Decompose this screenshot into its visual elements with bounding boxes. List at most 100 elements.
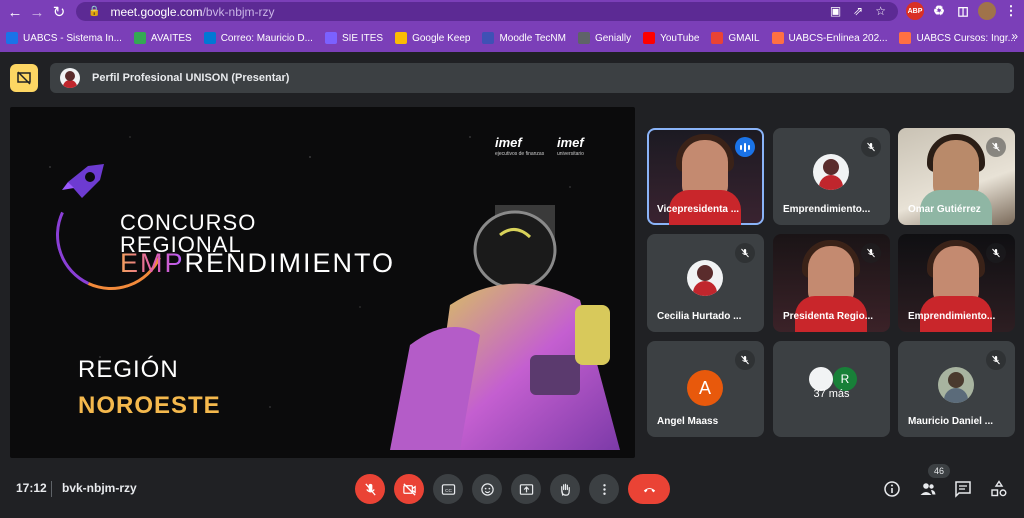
mic-muted-icon	[735, 350, 755, 370]
reload-icon[interactable]: ↻	[48, 1, 70, 23]
slide-title-rendimiento: RENDIMIENTO	[184, 248, 396, 278]
participant-tile[interactable]: A Angel Maass	[647, 341, 764, 437]
participant-tile[interactable]: R 37 más	[773, 341, 890, 437]
presentation-bar: Perfil Profesional UNISON (Presentar)	[0, 60, 1024, 100]
bookmark-item[interactable]: Moodle TecNM	[482, 32, 566, 44]
participant-tile[interactable]: Presidenta Regio...	[773, 234, 890, 332]
people-button[interactable]	[918, 479, 938, 499]
meeting-details-button[interactable]	[882, 479, 902, 499]
address-bar-actions: ▣ ⇗ ☆	[830, 4, 886, 18]
imef-logo: imef ejecutivos de finanzas	[495, 135, 544, 157]
slide-title-emp: EMP	[120, 248, 185, 278]
side-panel-icon[interactable]: ◫	[954, 2, 972, 20]
imef-logo-text: imef	[495, 135, 522, 150]
bookmark-item[interactable]: UABCS Cursos: Ingr...	[899, 32, 1016, 44]
participant-avatar	[938, 367, 974, 403]
leave-call-button[interactable]	[628, 474, 670, 504]
more-options-button[interactable]	[589, 474, 619, 504]
info-icon	[884, 481, 900, 497]
raise-hand-button[interactable]	[550, 474, 580, 504]
bookmark-item[interactable]: AVAITES	[133, 32, 192, 44]
bookmark-favicon-icon	[324, 32, 337, 44]
bookmark-star-icon[interactable]: ☆	[875, 4, 886, 18]
bookmark-label: UABCS Cursos: Ingr...	[916, 32, 1016, 44]
bookmark-favicon-icon	[711, 32, 724, 44]
bookmark-item[interactable]: SIE ITES	[324, 32, 383, 44]
bookmark-item[interactable]: Correo: Mauricio D...	[203, 32, 313, 44]
participant-tile[interactable]: Omar Gutiérrez	[898, 128, 1015, 225]
captions-icon: CC	[441, 483, 455, 495]
address-bar[interactable]: 🔒 meet.google.com/bvk-nbjm-rzy	[76, 2, 898, 21]
bookmark-favicon-icon	[482, 32, 495, 44]
mic-muted-icon	[986, 350, 1006, 370]
hangup-icon	[643, 487, 655, 492]
svg-text:CC: CC	[445, 487, 452, 492]
bookmark-label: UABCS-Enlinea 202...	[788, 32, 888, 44]
camera-indicator-icon[interactable]: ▣	[830, 4, 841, 18]
participant-name: Vicepresidenta ...	[657, 204, 740, 215]
bookmark-label: YouTube	[660, 32, 700, 44]
imef-logo-subtitle: ejecutivos de finanzas	[495, 151, 545, 157]
participant-name: 37 más	[813, 388, 850, 400]
lock-icon: 🔒	[88, 6, 101, 17]
participant-tile[interactable]: Mauricio Daniel ...	[898, 341, 1015, 437]
mic-muted-icon	[861, 243, 881, 263]
address-row: ← → ↻ 🔒 meet.google.com/bvk-nbjm-rzy ▣ ⇗…	[0, 0, 1024, 24]
chat-icon	[955, 481, 971, 498]
bookmark-favicon-icon	[395, 32, 408, 44]
abp-extension-icon[interactable]: ABP	[906, 2, 924, 20]
chat-button[interactable]	[953, 479, 973, 499]
bookmark-favicon-icon	[771, 32, 784, 44]
bookmark-item[interactable]: Google Keep	[395, 32, 470, 44]
bookmark-item[interactable]: UABCS - Sistema In...	[6, 32, 122, 44]
participant-avatar: A	[687, 370, 723, 406]
bookmarks-overflow-icon[interactable]: »	[1011, 29, 1018, 43]
slide-region-label: REGIÓN	[78, 356, 179, 383]
bookmark-favicon-icon	[643, 32, 656, 44]
microphone-toggle-button[interactable]	[355, 474, 385, 504]
share-icon[interactable]: ⇗	[853, 4, 863, 18]
bookmark-item[interactable]: Genially	[577, 32, 631, 44]
bookmark-item[interactable]: GMAIL	[711, 32, 760, 44]
forward-icon[interactable]: →	[26, 1, 48, 23]
more-vert-icon	[602, 483, 606, 495]
url-path: /bvk-nbjm-rzy	[202, 4, 275, 19]
participant-name: Cecilia Hurtado ...	[657, 311, 742, 322]
speaking-indicator-icon	[735, 137, 755, 157]
rocket-logo-icon	[62, 164, 104, 198]
profile-avatar-icon[interactable]	[978, 2, 996, 20]
imef-universitario-logo: imef universitario	[557, 135, 584, 157]
camera-toggle-button[interactable]	[394, 474, 424, 504]
bookmark-item[interactable]: YouTube	[643, 32, 699, 44]
bookmark-item[interactable]: UABCS-Enlinea 202...	[771, 32, 888, 44]
slide-title-line3: EMPRENDIMIENTO	[120, 248, 395, 279]
present-now-button[interactable]	[511, 474, 541, 504]
captions-button[interactable]: CC	[433, 474, 463, 504]
reactions-button[interactable]	[472, 474, 502, 504]
activities-button[interactable]	[989, 479, 1009, 499]
mic-off-icon	[364, 482, 376, 496]
bookmark-favicon-icon	[203, 32, 216, 44]
hand-icon	[560, 483, 570, 496]
menu-kebab-icon[interactable]: ⋮	[1002, 2, 1020, 20]
participant-tile[interactable]: Emprendimiento...	[898, 234, 1015, 332]
participant-tile[interactable]: Emprendimiento...	[773, 128, 890, 225]
mic-muted-icon	[986, 137, 1006, 157]
slide-region-name: NOROESTE	[78, 392, 221, 419]
imef-universitario-text: imef	[557, 135, 584, 150]
mic-muted-icon	[986, 243, 1006, 263]
activities-shapes-icon	[991, 480, 1007, 497]
stop-presenting-icon[interactable]	[10, 64, 38, 92]
bookmark-label: AVAITES	[150, 32, 192, 44]
puzzle-extensions-icon[interactable]: ♻	[930, 2, 948, 20]
participant-tile[interactable]: Cecilia Hurtado ...	[647, 234, 764, 332]
participant-tile[interactable]: Vicepresidenta ...	[647, 128, 764, 225]
back-icon[interactable]: ←	[4, 1, 26, 23]
participant-name: Omar Gutiérrez	[908, 204, 981, 215]
participant-name: Mauricio Daniel ...	[908, 416, 994, 427]
mic-muted-icon	[861, 137, 881, 157]
emoji-icon	[480, 482, 494, 496]
presenter-avatar	[60, 68, 80, 88]
astronaut-illustration	[390, 205, 620, 450]
present-screen-icon	[519, 483, 533, 495]
